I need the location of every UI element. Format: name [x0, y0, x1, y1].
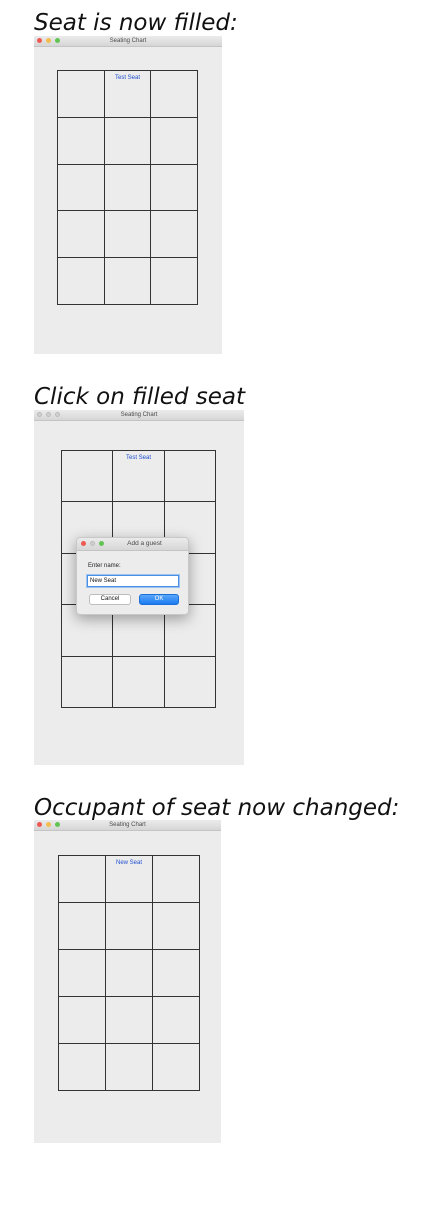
seat-cell[interactable]: New Seat: [106, 856, 153, 903]
add-guest-dialog: Add a guest Enter name: New Seat Cancel …: [76, 537, 189, 615]
window-title: Seating Chart: [109, 38, 147, 44]
seat-cell[interactable]: [104, 258, 152, 305]
seat-cell[interactable]: [58, 71, 105, 118]
seat-cell[interactable]: [153, 997, 200, 1044]
seat-cell[interactable]: [106, 997, 153, 1044]
dialog-titlebar: Add a guest: [77, 538, 188, 551]
seat-cell[interactable]: [153, 903, 200, 950]
window-titlebar: Seating Chart: [34, 410, 244, 421]
seat-occupant-label: Test Seat: [114, 75, 140, 81]
seat-cell[interactable]: [59, 950, 106, 997]
name-prompt-label: Enter name:: [88, 563, 121, 569]
window-title: Seating Chart: [120, 412, 158, 418]
seat-cell[interactable]: [113, 656, 165, 708]
seat-cell[interactable]: [151, 71, 198, 118]
seat-cell[interactable]: [58, 211, 105, 259]
seat-grid: Test Seat: [57, 70, 198, 305]
seat-cell[interactable]: [104, 211, 152, 259]
seat-cell[interactable]: Test Seat: [104, 71, 152, 118]
caption-seat-filled: Seat is now filled:: [34, 10, 238, 36]
seating-chart-window: Seating Chart Test Seat: [34, 36, 222, 354]
seat-cell[interactable]: [151, 258, 198, 305]
seat-cell[interactable]: [106, 1044, 153, 1091]
seat-cell[interactable]: [104, 117, 152, 165]
seat-cell[interactable]: [62, 656, 114, 708]
window-titlebar: Seating Chart: [34, 36, 222, 47]
seat-cell[interactable]: [59, 997, 106, 1044]
seat-grid: New Seat: [58, 855, 200, 1091]
seat-occupant-label: New Seat: [115, 860, 142, 866]
name-input[interactable]: New Seat: [87, 575, 179, 587]
seat-cell[interactable]: [153, 1044, 200, 1091]
window-title: Seating Chart: [109, 822, 146, 828]
seat-cell[interactable]: [106, 903, 153, 950]
seat-cell[interactable]: [153, 950, 200, 997]
seat-cell[interactable]: [151, 117, 198, 165]
seat-cell[interactable]: [58, 258, 105, 305]
caption-click-filled-seat: Click on filled seat: [34, 384, 246, 410]
seat-cell[interactable]: [151, 211, 198, 259]
ok-button[interactable]: OK: [139, 594, 179, 605]
seat-cell[interactable]: [164, 451, 216, 503]
caption-occupant-changed: Occupant of seat now changed:: [34, 795, 400, 821]
seating-chart-window: Seating Chart New Seat: [34, 820, 221, 1143]
seat-cell[interactable]: [59, 903, 106, 950]
window-titlebar: Seating Chart: [34, 820, 221, 831]
seat-cell[interactable]: [153, 856, 200, 903]
seat-cell[interactable]: [59, 1044, 106, 1091]
dialog-title: Add a guest: [127, 540, 162, 547]
seat-cell[interactable]: Test Seat: [113, 451, 165, 503]
seat-cell[interactable]: [62, 451, 114, 503]
seat-cell[interactable]: [59, 856, 106, 903]
cancel-button[interactable]: Cancel: [89, 594, 131, 605]
seat-occupant-label: Test Seat: [125, 455, 151, 461]
seat-cell[interactable]: [104, 164, 152, 212]
seat-cell[interactable]: [58, 117, 105, 165]
seat-cell[interactable]: [164, 656, 216, 708]
seat-cell[interactable]: [106, 950, 153, 997]
seat-cell[interactable]: [58, 164, 105, 212]
seat-cell[interactable]: [151, 164, 198, 212]
